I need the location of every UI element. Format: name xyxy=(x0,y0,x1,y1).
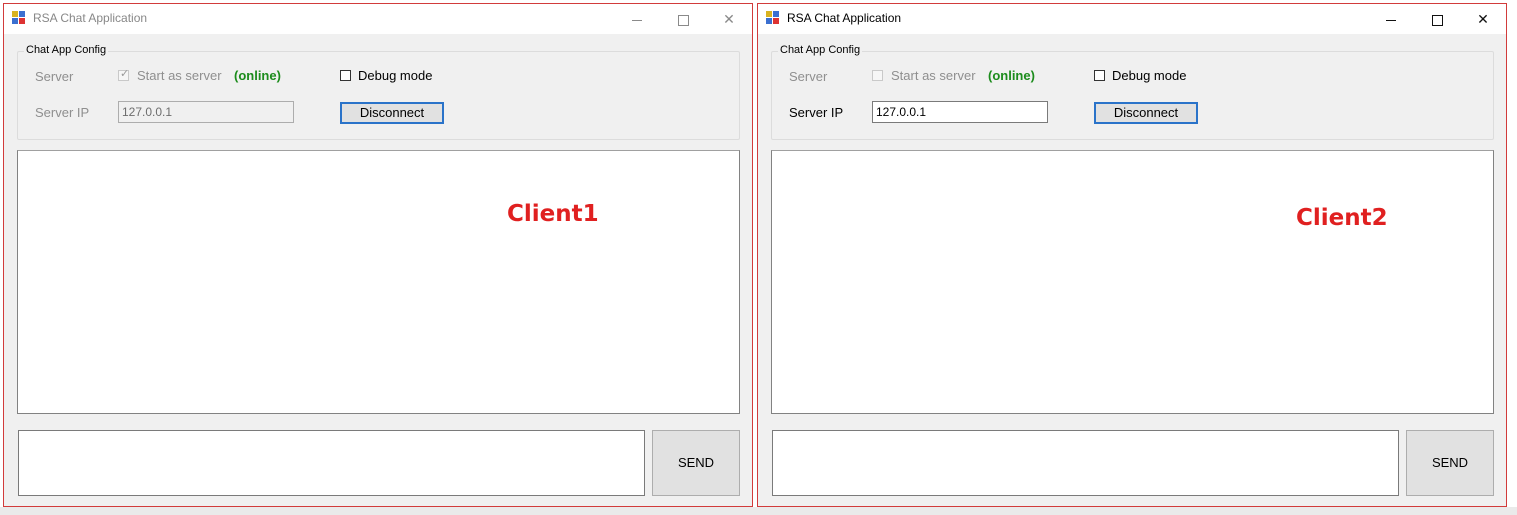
minimize-button[interactable] xyxy=(614,4,660,34)
title-bar[interactable]: RSA Chat Application ✕ xyxy=(758,4,1506,34)
app-icon xyxy=(766,11,780,25)
message-input[interactable] xyxy=(772,430,1399,496)
disconnect-button[interactable]: Disconnect xyxy=(1094,102,1198,124)
maximize-button[interactable] xyxy=(1414,4,1460,34)
debug-mode-checkbox[interactable] xyxy=(1094,70,1105,81)
server-ip-label: Server IP xyxy=(35,105,90,120)
title-bar[interactable]: RSA Chat Application ✕ xyxy=(4,4,752,34)
close-icon: ✕ xyxy=(723,11,735,27)
send-button[interactable]: SEND xyxy=(1406,430,1494,496)
minimize-icon xyxy=(1386,19,1396,21)
status-online-text: (online) xyxy=(234,68,281,83)
debug-mode-label: Debug mode xyxy=(358,68,433,83)
server-ip-input[interactable] xyxy=(118,101,294,123)
app-icon xyxy=(12,11,26,25)
status-online-text: (online) xyxy=(988,68,1035,83)
start-as-server-label: Start as server xyxy=(891,68,976,83)
minimize-icon xyxy=(632,19,642,21)
message-input[interactable] xyxy=(18,430,645,496)
maximize-icon xyxy=(1431,14,1443,26)
debug-mode-checkbox[interactable] xyxy=(340,70,351,81)
start-as-server-label: Start as server xyxy=(137,68,222,83)
chat-window-client2: RSA Chat Application ✕ Chat App Config S… xyxy=(757,3,1507,507)
debug-mode-label: Debug mode xyxy=(1112,68,1187,83)
config-groupbox: Chat App Config Server ✓ Start as server… xyxy=(17,44,740,140)
maximize-icon xyxy=(677,14,689,26)
disconnect-button[interactable]: Disconnect xyxy=(340,102,444,124)
maximize-button[interactable] xyxy=(660,4,706,34)
client-annotation-label: Client2 xyxy=(1296,205,1388,231)
config-groupbox: Chat App Config Server Start as server (… xyxy=(771,44,1494,140)
chat-log[interactable]: Client2 xyxy=(771,150,1494,414)
desktop-background xyxy=(0,507,1517,515)
window-title: RSA Chat Application xyxy=(33,11,148,25)
start-as-server-checkbox[interactable]: ✓ xyxy=(118,68,130,81)
close-button[interactable]: ✕ xyxy=(1460,4,1506,34)
server-label: Server xyxy=(789,69,828,84)
checkmark-icon: ✓ xyxy=(120,68,130,80)
groupbox-legend: Chat App Config xyxy=(778,44,863,56)
send-button[interactable]: SEND xyxy=(652,430,740,496)
chat-log[interactable]: Client1 xyxy=(17,150,740,414)
groupbox-legend: Chat App Config xyxy=(24,44,109,56)
server-ip-input[interactable] xyxy=(872,101,1048,123)
window-title: RSA Chat Application xyxy=(787,11,902,25)
chat-window-client1: RSA Chat Application ✕ Chat App Config S… xyxy=(3,3,753,507)
close-icon: ✕ xyxy=(1477,11,1489,27)
server-label: Server xyxy=(35,69,74,84)
minimize-button[interactable] xyxy=(1368,4,1414,34)
start-as-server-checkbox[interactable] xyxy=(872,70,883,81)
client-annotation-label: Client1 xyxy=(507,201,599,227)
server-ip-label: Server IP xyxy=(789,105,844,120)
close-button[interactable]: ✕ xyxy=(706,4,752,34)
